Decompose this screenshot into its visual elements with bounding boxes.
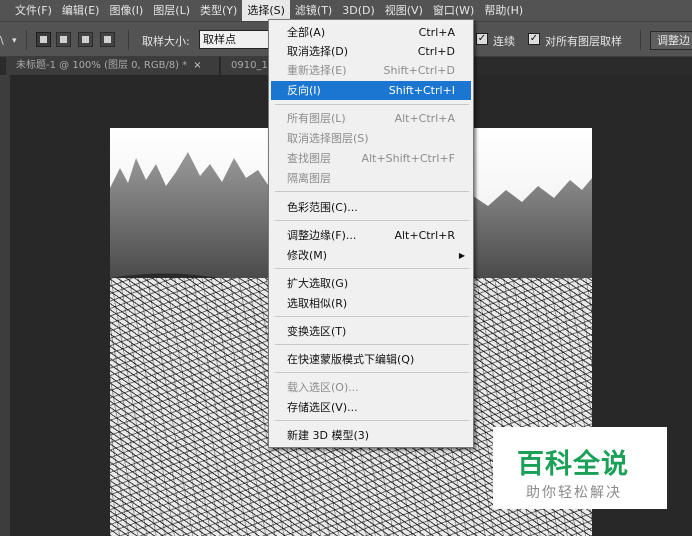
watermark-title: 百科全说 <box>517 449 629 480</box>
menu-item-label: 选取相似(R) <box>287 297 348 310</box>
divider <box>128 30 129 50</box>
menu-divider <box>275 316 469 317</box>
sample-size-select[interactable]: 取样点 <box>199 30 269 49</box>
menu-item-label: 载入选区(O)... <box>287 381 359 394</box>
add-to-selection-icon[interactable] <box>56 32 71 47</box>
divider <box>26 30 27 50</box>
menu-item-reselect[interactable]: 重新选择(E) Shift+Ctrl+D <box>271 61 471 80</box>
menu-item-label: 修改(M) <box>287 249 328 262</box>
menu-item-label: 新建 3D 模型(3) <box>287 429 370 442</box>
menu-item-refine-edge[interactable]: 调整边缘(F)... Alt+Ctrl+R <box>271 226 471 245</box>
menu-item-shortcut: Alt+Ctrl+R <box>394 229 455 242</box>
sample-all-layers-checkbox[interactable]: ✓ <box>528 33 540 45</box>
document-tab[interactable]: 未标题-1 @ 100% (图层 0, RGB/8) * × <box>6 57 220 75</box>
menu-divider <box>275 220 469 221</box>
menubar: 文件(F) 编辑(E) 图像(I) 图层(L) 类型(Y) 选择(S) 滤镜(T… <box>0 0 692 21</box>
menu-item-label: 色彩范围(C)... <box>287 201 358 214</box>
watermark-badge: 百科全说 助你轻松解决 <box>493 427 667 509</box>
menu-divider <box>275 268 469 269</box>
menu-divider <box>275 420 469 421</box>
menu-divider <box>275 344 469 345</box>
menu-item-label: 全部(A) <box>287 26 326 39</box>
menu-item-similar[interactable]: 选取相似(R) <box>271 294 471 313</box>
new-selection-icon[interactable] <box>36 32 51 47</box>
tool-preset-dropdown-icon[interactable]: ▾ <box>12 36 17 46</box>
menu-item-shortcut: Shift+Ctrl+I <box>388 84 455 97</box>
menu-item-label: 取消选择(D) <box>287 45 349 58</box>
menu-type[interactable]: 类型(Y) <box>195 0 242 21</box>
menu-item-shortcut: Alt+Ctrl+A <box>394 112 455 125</box>
adjust-edge-button[interactable]: 调整边 <box>650 31 692 50</box>
sample-size-label: 取样大小: <box>142 35 190 48</box>
menu-item-quick-mask[interactable]: 在快速蒙版模式下编辑(Q) <box>271 350 471 369</box>
menu-item-label: 重新选择(E) <box>287 64 347 77</box>
tools-panel-edge <box>0 75 10 536</box>
menu-item-grow[interactable]: 扩大选取(G) <box>271 274 471 293</box>
menu-item-modify[interactable]: 修改(M) ▶ <box>271 246 471 265</box>
menu-item-shortcut: Shift+Ctrl+D <box>383 64 455 77</box>
menu-item-deselect[interactable]: 取消选择(D) Ctrl+D <box>271 42 471 61</box>
menu-window[interactable]: 窗口(W) <box>428 0 479 21</box>
menu-item-deselect-layers[interactable]: 取消选择图层(S) <box>271 129 471 148</box>
sample-all-layers-label: 对所有图层取样 <box>545 35 622 48</box>
contiguous-label: 连续 <box>493 35 515 48</box>
submenu-arrow-icon: ▶ <box>458 251 465 260</box>
menu-item-shortcut: Alt+Shift+Ctrl+F <box>361 152 455 165</box>
menu-filter[interactable]: 滤镜(T) <box>290 0 337 21</box>
divider <box>640 30 641 50</box>
menu-item-label: 所有图层(L) <box>287 112 346 125</box>
menu-item-all-layers[interactable]: 所有图层(L) Alt+Ctrl+A <box>271 109 471 128</box>
menu-divider <box>275 104 469 105</box>
menu-item-all[interactable]: 全部(A) Ctrl+A <box>271 23 471 42</box>
menu-item-load-selection[interactable]: 载入选区(O)... <box>271 378 471 397</box>
menu-item-label: 反向(I) <box>287 84 321 97</box>
menu-item-label: 隔离图层 <box>287 172 331 185</box>
menu-item-label: 变换选区(T) <box>287 325 347 338</box>
photoshop-window: 文件(F) 编辑(E) 图像(I) 图层(L) 类型(Y) 选择(S) 滤镜(T… <box>0 0 692 536</box>
menu-select[interactable]: 选择(S) <box>242 0 290 21</box>
intersect-selection-icon[interactable] <box>100 32 115 47</box>
menu-item-shortcut: Ctrl+D <box>417 45 455 58</box>
menu-item-label: 扩大选取(G) <box>287 277 349 290</box>
document-tab-label: 0910_1 <box>231 60 268 71</box>
menu-item-inverse[interactable]: 反向(I) Shift+Ctrl+I <box>271 81 471 100</box>
menu-item-new-3d-model[interactable]: 新建 3D 模型(3) <box>271 426 471 445</box>
document-tab-label: 未标题-1 @ 100% (图层 0, RGB/8) * <box>16 60 188 71</box>
menu-item-isolate-layers[interactable]: 隔离图层 <box>271 169 471 188</box>
close-tab-icon[interactable]: × <box>193 60 201 71</box>
menu-help[interactable]: 帮助(H) <box>479 0 528 21</box>
magic-wand-tool-icon[interactable]: \ <box>0 34 4 47</box>
menu-layer[interactable]: 图层(L) <box>148 0 195 21</box>
menu-item-label: 调整边缘(F)... <box>287 229 357 242</box>
menu-item-label: 存储选区(V)... <box>287 401 358 414</box>
menu-item-transform-selection[interactable]: 变换选区(T) <box>271 322 471 341</box>
menu-divider <box>275 372 469 373</box>
menu-item-shortcut: Ctrl+A <box>418 26 455 39</box>
watermark-subtitle: 助你轻松解决 <box>526 485 622 501</box>
menu-item-find-layers[interactable]: 查找图层 Alt+Shift+Ctrl+F <box>271 149 471 168</box>
menu-image[interactable]: 图像(I) <box>104 0 148 21</box>
menu-view[interactable]: 视图(V) <box>380 0 428 21</box>
menu-file[interactable]: 文件(F) <box>10 0 57 21</box>
subtract-from-selection-icon[interactable] <box>78 32 93 47</box>
menu-divider <box>275 191 469 192</box>
menu-3d[interactable]: 3D(D) <box>337 0 380 21</box>
select-menu-dropdown: 全部(A) Ctrl+A 取消选择(D) Ctrl+D 重新选择(E) Shif… <box>268 19 474 448</box>
menu-item-label: 取消选择图层(S) <box>287 132 369 145</box>
menu-edit[interactable]: 编辑(E) <box>57 0 105 21</box>
menu-item-save-selection[interactable]: 存储选区(V)... <box>271 398 471 417</box>
contiguous-checkbox[interactable]: ✓ <box>476 33 488 45</box>
menu-item-label: 查找图层 <box>287 152 331 165</box>
menu-item-color-range[interactable]: 色彩范围(C)... <box>271 198 471 217</box>
menu-item-label: 在快速蒙版模式下编辑(Q) <box>287 353 415 366</box>
